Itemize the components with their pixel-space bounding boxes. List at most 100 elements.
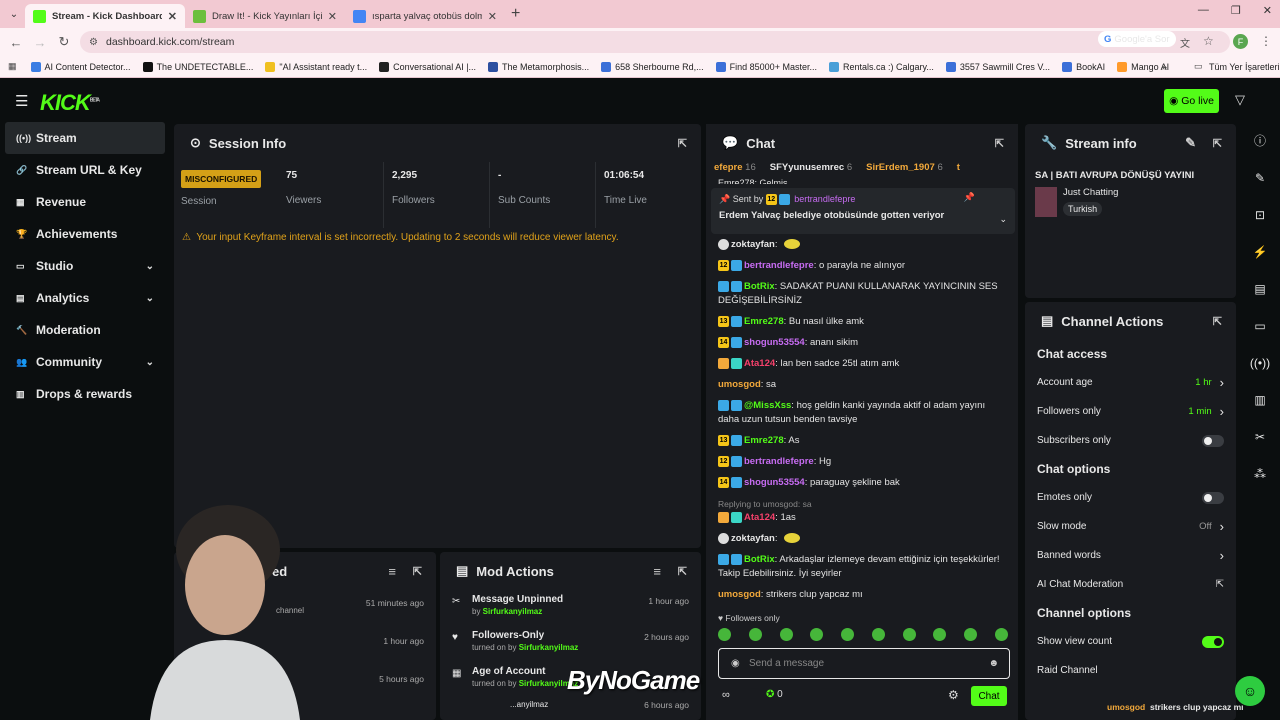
support-chat-button[interactable]: ☺	[1235, 676, 1265, 706]
share-icon[interactable]: ⁂	[1254, 455, 1266, 492]
lightning-icon[interactable]: ⚡	[1253, 233, 1268, 270]
bookmark-star-icon[interactable]: ☆	[1203, 34, 1214, 48]
browser-tab[interactable]: Draw It! - Kick Yayınları İçin Çizi ✕	[185, 4, 345, 28]
browser-tab[interactable]: Stream - Kick Dashboard ✕	[25, 4, 185, 28]
new-tab-button[interactable]: +	[511, 5, 520, 23]
popout-icon[interactable]: ⇱	[1213, 315, 1222, 328]
more-bookmarks-icon[interactable]: »	[1162, 62, 1167, 72]
bookmark-item[interactable]: The UNDETECTABLE...	[142, 61, 253, 72]
browser-tab[interactable]: ısparta yalvaç otobüs dolmuş ✕	[345, 4, 505, 28]
chat-tools-icon[interactable]: ∞	[722, 689, 730, 701]
popout-icon[interactable]: ⇱	[995, 137, 1004, 150]
emote-icon[interactable]	[841, 628, 855, 641]
bookmark-item[interactable]: BookAI	[1062, 61, 1105, 72]
channel-action-emotes-only[interactable]: Emotes only	[1025, 483, 1236, 512]
mod-action-user[interactable]: Sirfurkanyilmaz	[519, 643, 579, 652]
browser-menu-icon[interactable]: ⋮	[1260, 34, 1272, 48]
list-icon[interactable]: ▤	[1254, 270, 1265, 307]
apps-grid-icon[interactable]: ▦	[8, 61, 17, 72]
leaderboard-entry[interactable]: t	[957, 162, 960, 176]
forward-icon[interactable]: →	[28, 35, 52, 50]
sidebar-item-analytics[interactable]: ▤ Analytics ⌄	[0, 282, 170, 314]
profile-avatar[interactable]: F	[1233, 34, 1248, 49]
channel-action-show-view-count[interactable]: Show view count	[1025, 627, 1236, 656]
sidebar-item-studio[interactable]: ▭ Studio ⌄	[0, 250, 170, 282]
kick-logo[interactable]: KICKBETA	[40, 90, 100, 116]
reload-icon[interactable]: ↻	[52, 34, 76, 50]
chat-message-list[interactable]: zoktayfan: 12 bertrandlefepre: o parayla …	[706, 238, 1018, 614]
emote-icon[interactable]	[871, 628, 885, 641]
leaderboard-entry[interactable]: SirErdem_1907 6	[866, 162, 943, 176]
chat-message-input[interactable]: ◉ Send a message ☻	[718, 648, 1010, 679]
channel-action-account-age[interactable]: Account age 1 hr ›	[1025, 368, 1236, 397]
filter-icon[interactable]: ≡	[388, 564, 396, 579]
chat-username[interactable]: @MissXss	[744, 400, 791, 411]
tab-close-icon[interactable]: ✕	[488, 10, 497, 23]
chevron-right-icon[interactable]: ›	[1220, 519, 1224, 534]
row-control[interactable]	[1202, 434, 1224, 447]
leaderboard-entry[interactable]: SFYyunusemrec 6	[770, 162, 852, 176]
bookmark-item[interactable]: 3557 Sawmill Cres V...	[945, 61, 1050, 72]
expand-chevron-icon[interactable]: ⌄	[999, 214, 1007, 225]
storage-icon[interactable]: ▥	[1254, 381, 1265, 418]
channel-action-banned-words[interactable]: Banned words ›	[1025, 541, 1236, 570]
tab-close-icon[interactable]: ✕	[328, 10, 337, 23]
chat-username[interactable]: Emre278	[744, 316, 784, 327]
kick-v-icon[interactable]: ▽	[1235, 92, 1245, 108]
sidebar-item-community[interactable]: 👥 Community ⌄	[0, 346, 170, 378]
external-link-icon[interactable]: ⇱	[1216, 579, 1224, 590]
go-live-button[interactable]: ◉ Go live	[1164, 89, 1219, 113]
row-control[interactable]	[1202, 491, 1224, 504]
channel-action-slow-mode[interactable]: Slow mode Off ›	[1025, 512, 1236, 541]
sidebar-item-moderation[interactable]: 🔨 Moderation	[0, 314, 170, 346]
row-control[interactable]: ⇱	[1216, 579, 1224, 590]
toggle-switch[interactable]	[1202, 491, 1224, 504]
chat-send-button[interactable]: Chat	[971, 686, 1007, 706]
channel-action-subscribers-only[interactable]: Subscribers only	[1025, 426, 1236, 455]
url-field[interactable]: ⚙ dashboard.kick.com/stream	[80, 31, 1230, 53]
edit-icon[interactable]: ✎	[1185, 135, 1196, 151]
emote-icon[interactable]	[779, 628, 793, 641]
bookmark-item[interactable]: Conversational AI |...	[379, 61, 476, 72]
row-control[interactable]: 1 hr ›	[1195, 375, 1224, 390]
minimize-icon[interactable]: —	[1198, 4, 1209, 17]
toggle-switch[interactable]	[1202, 635, 1224, 648]
chat-username[interactable]: Ata124	[744, 358, 775, 369]
sidebar-item-achievements[interactable]: 🏆 Achievements	[0, 218, 170, 250]
close-window-icon[interactable]: ✕	[1263, 4, 1272, 17]
emote-icon[interactable]	[718, 628, 731, 641]
sidebar-item-revenue[interactable]: ▦ Revenue	[0, 186, 170, 218]
chat-username[interactable]: bertrandlefepre	[744, 260, 814, 271]
bookmark-item[interactable]: The Metamorphosis...	[488, 61, 589, 72]
broadcast-rail-icon[interactable]: ((•))	[1250, 344, 1270, 381]
bookmark-item[interactable]: 658 Sherbourne Rd,...	[601, 61, 704, 72]
popout-icon[interactable]: ⇱	[678, 137, 687, 150]
emote-icon[interactable]	[964, 628, 978, 641]
row-control[interactable]: ›	[1212, 548, 1224, 563]
tab-close-icon[interactable]: ✕	[168, 10, 177, 23]
emoji-icon[interactable]: ☻	[988, 658, 999, 669]
leaderboard-entry[interactable]: efepre 16	[714, 162, 756, 176]
chat-username[interactable]: shogun53554	[744, 337, 805, 348]
emote-icon[interactable]	[994, 628, 1008, 641]
sidebar-item-drops-rewards[interactable]: ▥ Drops & rewards	[0, 378, 170, 410]
chevron-right-icon[interactable]: ›	[1220, 548, 1224, 563]
chat-username[interactable]: Emre278	[744, 435, 784, 446]
popout-icon[interactable]: ⇱	[413, 565, 422, 578]
site-info-icon[interactable]: ⚙	[89, 37, 98, 48]
chat-username[interactable]: zoktayfan	[731, 239, 775, 250]
emote-icon[interactable]	[748, 628, 762, 641]
sidebar-item-stream[interactable]: ((•)) Stream	[5, 122, 165, 154]
emote-icon[interactable]	[902, 628, 916, 641]
tools-icon[interactable]: ✂	[1255, 418, 1265, 455]
chat-username[interactable]: shogun53554	[744, 477, 805, 488]
chat-rail-icon[interactable]: ▭	[1254, 307, 1265, 344]
channel-action-raid-channel[interactable]: Raid Channel	[1025, 656, 1236, 685]
chevron-right-icon[interactable]: ›	[1220, 404, 1224, 419]
chat-username[interactable]: umosgod	[718, 589, 761, 600]
filter-icon[interactable]: ≡	[653, 564, 661, 579]
row-control[interactable]: Off ›	[1199, 519, 1224, 534]
chat-username[interactable]: umosgod	[718, 379, 761, 390]
translate-icon[interactable]: 文	[1180, 35, 1190, 50]
bookmark-item[interactable]: "AI Assistant ready t...	[265, 61, 367, 72]
